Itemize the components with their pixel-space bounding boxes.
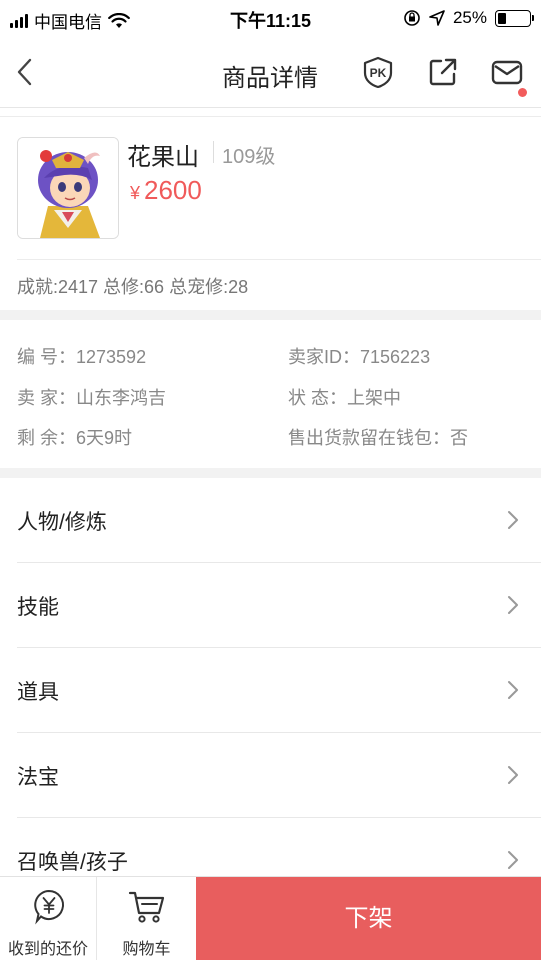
currency-symbol: ¥	[130, 183, 141, 203]
cart-label: 购物车	[122, 941, 171, 958]
menu-item-character-cultivation[interactable]: 人物/修炼	[0, 478, 541, 563]
yen-bubble-icon	[34, 889, 64, 925]
bottom-action-bar: 收到的还价 购物车 下架	[0, 876, 541, 960]
page-title: 商品详情	[222, 65, 318, 92]
received-offers-tab[interactable]: 收到的还价	[0, 877, 97, 960]
character-name: 花果山	[127, 144, 199, 171]
seller-id: 卖家ID：7156223	[288, 347, 431, 367]
menu-item-label: 技能	[17, 596, 59, 619]
share-icon[interactable]	[427, 56, 459, 88]
price-value: 2600	[144, 175, 202, 205]
chevron-right-icon	[508, 596, 518, 614]
time-remaining: 剩 余：6天9时	[17, 428, 133, 448]
serial-number: 编 号：1273592	[17, 347, 147, 367]
seller-name: 卖 家：山东李鸿吉	[17, 388, 167, 408]
pk-badge-icon[interactable]: PK	[362, 56, 394, 88]
character-portrait-image	[18, 138, 118, 238]
chevron-right-icon	[508, 766, 518, 784]
listing-info: 编 号：1273592 卖家ID：7156223 卖 家：山东李鸿吉 状 态：上…	[0, 320, 541, 468]
character-level: 109级	[222, 146, 276, 168]
menu-item-label: 召唤兽/孩子	[17, 851, 128, 874]
battery-icon	[495, 9, 534, 27]
proceeds-in-wallet: 售出货款留在钱包：否	[288, 428, 468, 448]
menu-item-label: 道具	[17, 681, 59, 704]
menu-item-label: 人物/修炼	[17, 511, 107, 534]
svg-text:PK: PK	[370, 66, 387, 80]
mail-notification-dot	[518, 88, 527, 97]
delist-button[interactable]: 下架	[196, 877, 541, 960]
menu-item-label: 法宝	[17, 766, 59, 789]
menu-item-treasures[interactable]: 法宝	[0, 733, 541, 818]
status-bar: 中国电信 下午11:15 25%	[0, 0, 541, 36]
nav-bar: 商品详情 PK	[0, 36, 541, 108]
menu-item-items[interactable]: 道具	[0, 648, 541, 733]
chevron-right-icon	[508, 681, 518, 699]
menu-item-skills[interactable]: 技能	[0, 563, 541, 648]
mail-icon[interactable]	[491, 56, 523, 88]
product-price: ¥2600	[130, 175, 202, 206]
chevron-right-icon	[508, 851, 518, 869]
back-chevron-icon[interactable]	[14, 54, 38, 90]
battery-percent: 25%	[452, 8, 487, 27]
section-gap	[0, 468, 541, 478]
character-avatar[interactable]	[17, 137, 119, 239]
received-offers-label: 收到的还价	[7, 941, 88, 958]
rotation-lock-icon	[404, 10, 420, 26]
product-header: 花果山 109级 ¥2600 成就:2417 总修:66 总宠修:28	[0, 116, 541, 310]
cart-icon	[128, 891, 165, 923]
character-stats: 成就:2417 总修:66 总宠修:28	[17, 277, 249, 297]
divider	[17, 259, 541, 260]
section-gap	[0, 310, 541, 320]
chevron-right-icon	[508, 511, 518, 529]
name-level-separator	[213, 141, 214, 163]
listing-status: 状 态：上架中	[288, 388, 402, 408]
location-icon	[429, 10, 445, 26]
cart-tab[interactable]: 购物车	[97, 877, 196, 960]
status-right: 25%	[403, 8, 534, 28]
battery-fill	[498, 12, 506, 24]
